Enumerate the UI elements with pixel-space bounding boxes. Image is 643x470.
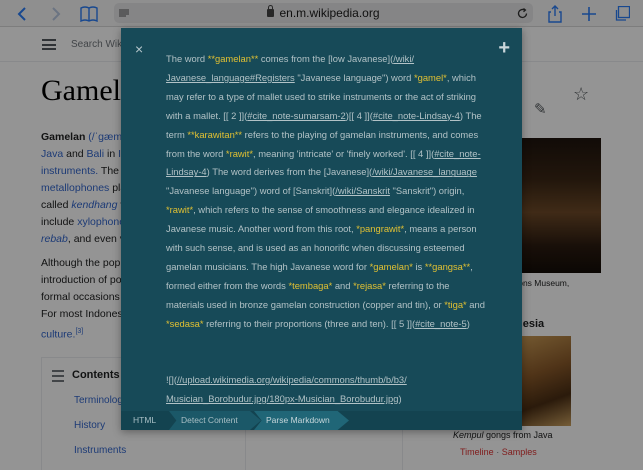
md-text: ![](	[166, 374, 177, 385]
md-text: )	[398, 392, 402, 404]
md-link[interactable]: Javanese_language#Registers	[166, 72, 295, 83]
markdown-modal: × + The word **gamelan** comes from the …	[121, 28, 522, 430]
md-link[interactable]: #cite_note-Lindsay-4	[373, 110, 460, 121]
md-bold-term: **karawitan**	[187, 128, 243, 140]
md-italic-term: *rawit*	[166, 204, 194, 216]
md-italic-term: *tiga*	[444, 298, 467, 310]
md-link[interactable]: /wiki/Javanese_language	[372, 166, 477, 177]
close-icon[interactable]: ×	[135, 41, 143, 57]
breadcrumb-html[interactable]: HTML	[121, 411, 173, 430]
breadcrumb-parse-markdown[interactable]: Parse Markdown	[254, 411, 349, 430]
md-bold-term: **gamelan**	[207, 53, 259, 64]
md-text: and	[466, 298, 485, 310]
md-link[interactable]: #cite_note-5	[415, 318, 467, 329]
md-text: and	[332, 279, 354, 291]
md-text: referring to their proportions (three an…	[203, 317, 416, 329]
md-bold-term: **gangsa**	[424, 260, 471, 272]
md-text: ) The word derives from the [Javanese](	[206, 166, 373, 178]
md-text: "Sanskrit") origin,	[389, 185, 465, 197]
md-image-link[interactable]: //upload.wikimedia.org/wikipedia/commons…	[177, 374, 407, 385]
md-text: comes from the [low Javanese](	[258, 53, 394, 64]
md-image-link[interactable]: Musician_Borobudur.jpg/180px-Musician_Bo…	[166, 393, 398, 404]
md-text: "Javanese language") word of [Sanskrit](	[166, 185, 336, 197]
markdown-image-ref: ![](//upload.wikimedia.org/wikipedia/com…	[166, 371, 486, 409]
md-italic-term: *gamel*	[413, 71, 447, 83]
md-text: The word	[166, 53, 208, 64]
markdown-output: The word **gamelan** comes from the [low…	[166, 50, 486, 334]
md-text: , meaning 'intricate' or 'finely worked'…	[253, 147, 435, 159]
add-icon[interactable]: +	[498, 37, 510, 60]
md-text: "Javanese language") word	[294, 71, 414, 83]
md-text: is	[412, 260, 425, 272]
md-italic-term: *rejasa*	[353, 279, 386, 291]
md-link[interactable]: #cite_note-sumarsam-2	[247, 110, 345, 121]
md-italic-term: *tembaga*	[288, 279, 333, 291]
md-link[interactable]: /wiki/	[393, 53, 414, 64]
md-text: )	[466, 317, 470, 329]
md-italic-term: *sedasa*	[166, 317, 204, 329]
breadcrumb: HTML Detect Content Parse Markdown	[121, 411, 522, 430]
breadcrumb-detect-content[interactable]: Detect Content	[169, 411, 261, 430]
md-link[interactable]: /wiki/Sanskrit	[335, 185, 390, 196]
md-text: )[[ 4 ]](	[345, 109, 373, 121]
md-italic-term: *pangrawit*	[356, 223, 405, 235]
md-italic-term: *rawit*	[225, 147, 254, 159]
md-italic-term: *gamelan*	[369, 260, 413, 272]
